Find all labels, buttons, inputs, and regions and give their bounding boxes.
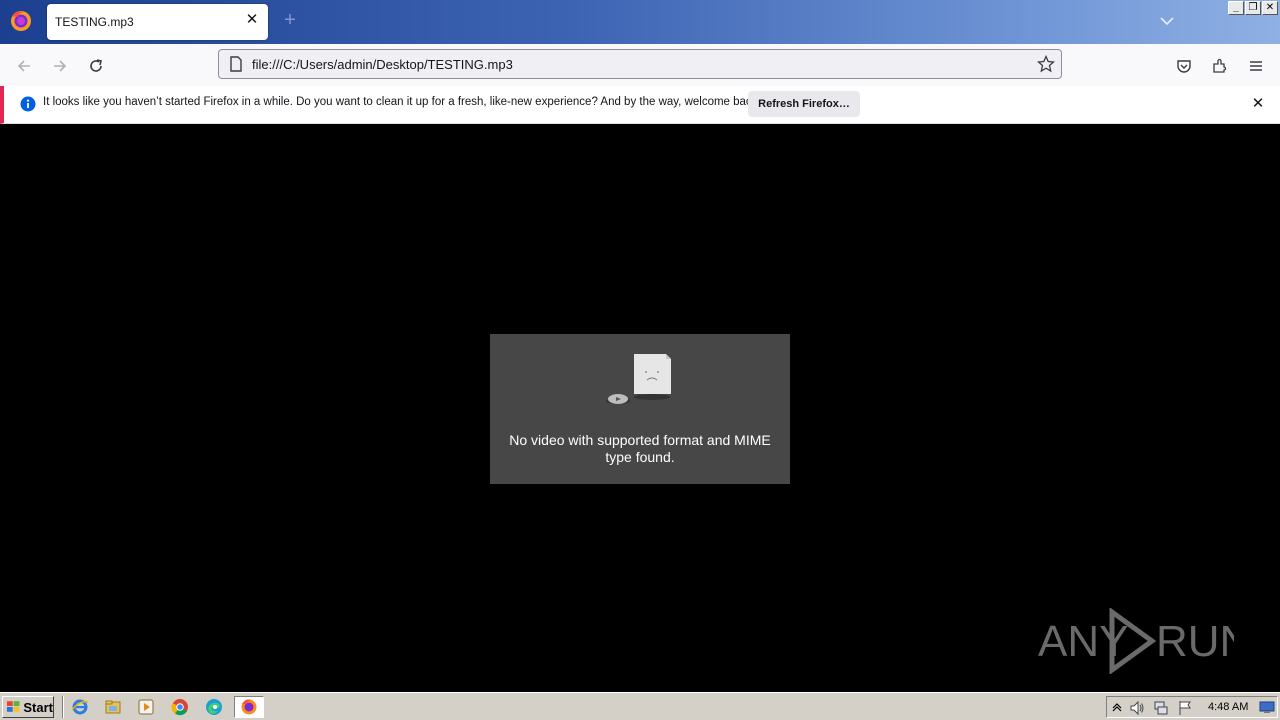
reload-button[interactable] [82,52,110,80]
minimize-icon[interactable]: _ [1228,1,1244,15]
system-tray: 4:48 AM [1106,696,1278,718]
forward-arrow-icon [54,60,67,72]
firefox-icon [241,699,257,715]
notification-message: It looks like you haven’t started Firefo… [43,96,761,108]
extensions-puzzle-icon [1213,58,1227,73]
media-viewer: No video with supported format and MIME … [0,124,1280,692]
back-button[interactable] [10,52,38,80]
pocket-button[interactable] [1170,52,1198,80]
show-hidden-icons-icon[interactable] [1111,701,1123,713]
start-label: Start [23,699,53,715]
page-icon [230,56,242,72]
notification-close-icon[interactable]: ✕ [1250,96,1266,112]
url-text[interactable]: file:///C:/Users/admin/Desktop/TESTING.m… [252,57,513,72]
bookmark-star-icon[interactable] [1037,55,1055,73]
windows-logo-icon [6,701,20,712]
internet-explorer-icon[interactable] [68,696,92,718]
media-error-box: No video with supported format and MIME … [490,334,790,484]
url-bar[interactable]: file:///C:/Users/admin/Desktop/TESTING.m… [218,49,1062,79]
forward-button[interactable] [46,52,74,80]
firefox-taskbar-button[interactable] [234,696,264,718]
reload-icon [90,59,102,72]
watermark-text-right: RUN [1156,617,1234,666]
start-button[interactable]: Start [2,696,54,718]
network-icon[interactable] [1153,700,1169,716]
list-all-tabs-chevron-icon[interactable] [1158,12,1176,30]
firefox-logo-icon[interactable] [8,8,34,34]
broken-media-icon [606,354,671,404]
edge-icon[interactable] [202,696,226,718]
chrome-icon[interactable] [168,696,192,718]
close-window-icon[interactable]: ✕ [1262,1,1278,15]
watermark-text-left: ANY [1038,617,1128,666]
info-icon [20,96,36,112]
notification-bar: It looks like you haven’t started Firefo… [0,86,1280,124]
extensions-button[interactable] [1206,52,1234,80]
restore-icon[interactable]: ❐ [1245,1,1261,15]
media-player-icon[interactable] [134,696,158,718]
media-error-message: No video with supported format and MIME … [509,432,771,465]
tab-close-icon[interactable]: ✕ [244,12,260,28]
anyrun-watermark: ANY RUN [1038,608,1234,674]
tab-title: TESTING.mp3 [55,15,134,29]
file-explorer-icon[interactable] [101,696,125,718]
navigation-bar: file:///C:/Users/admin/Desktop/TESTING.m… [0,44,1280,86]
tab-active[interactable]: TESTING.mp3 ✕ [47,4,268,40]
show-desktop-icon[interactable] [1259,700,1275,714]
clock[interactable]: 4:48 AM [1208,701,1248,713]
pocket-icon [1177,60,1191,73]
refresh-firefox-button[interactable]: Refresh Firefox… [748,91,860,117]
taskbar-separator [62,696,64,718]
new-tab-icon[interactable]: + [280,10,300,30]
hamburger-menu-icon [1250,61,1262,71]
volume-icon[interactable] [1129,700,1145,716]
app-menu-button[interactable] [1242,52,1270,80]
back-arrow-icon [17,60,30,72]
tab-strip: TESTING.mp3 ✕ + _ ❐ ✕ [0,0,1280,44]
taskbar: Start 4:48 AM [0,692,1280,720]
action-center-flag-icon[interactable] [1177,700,1193,716]
